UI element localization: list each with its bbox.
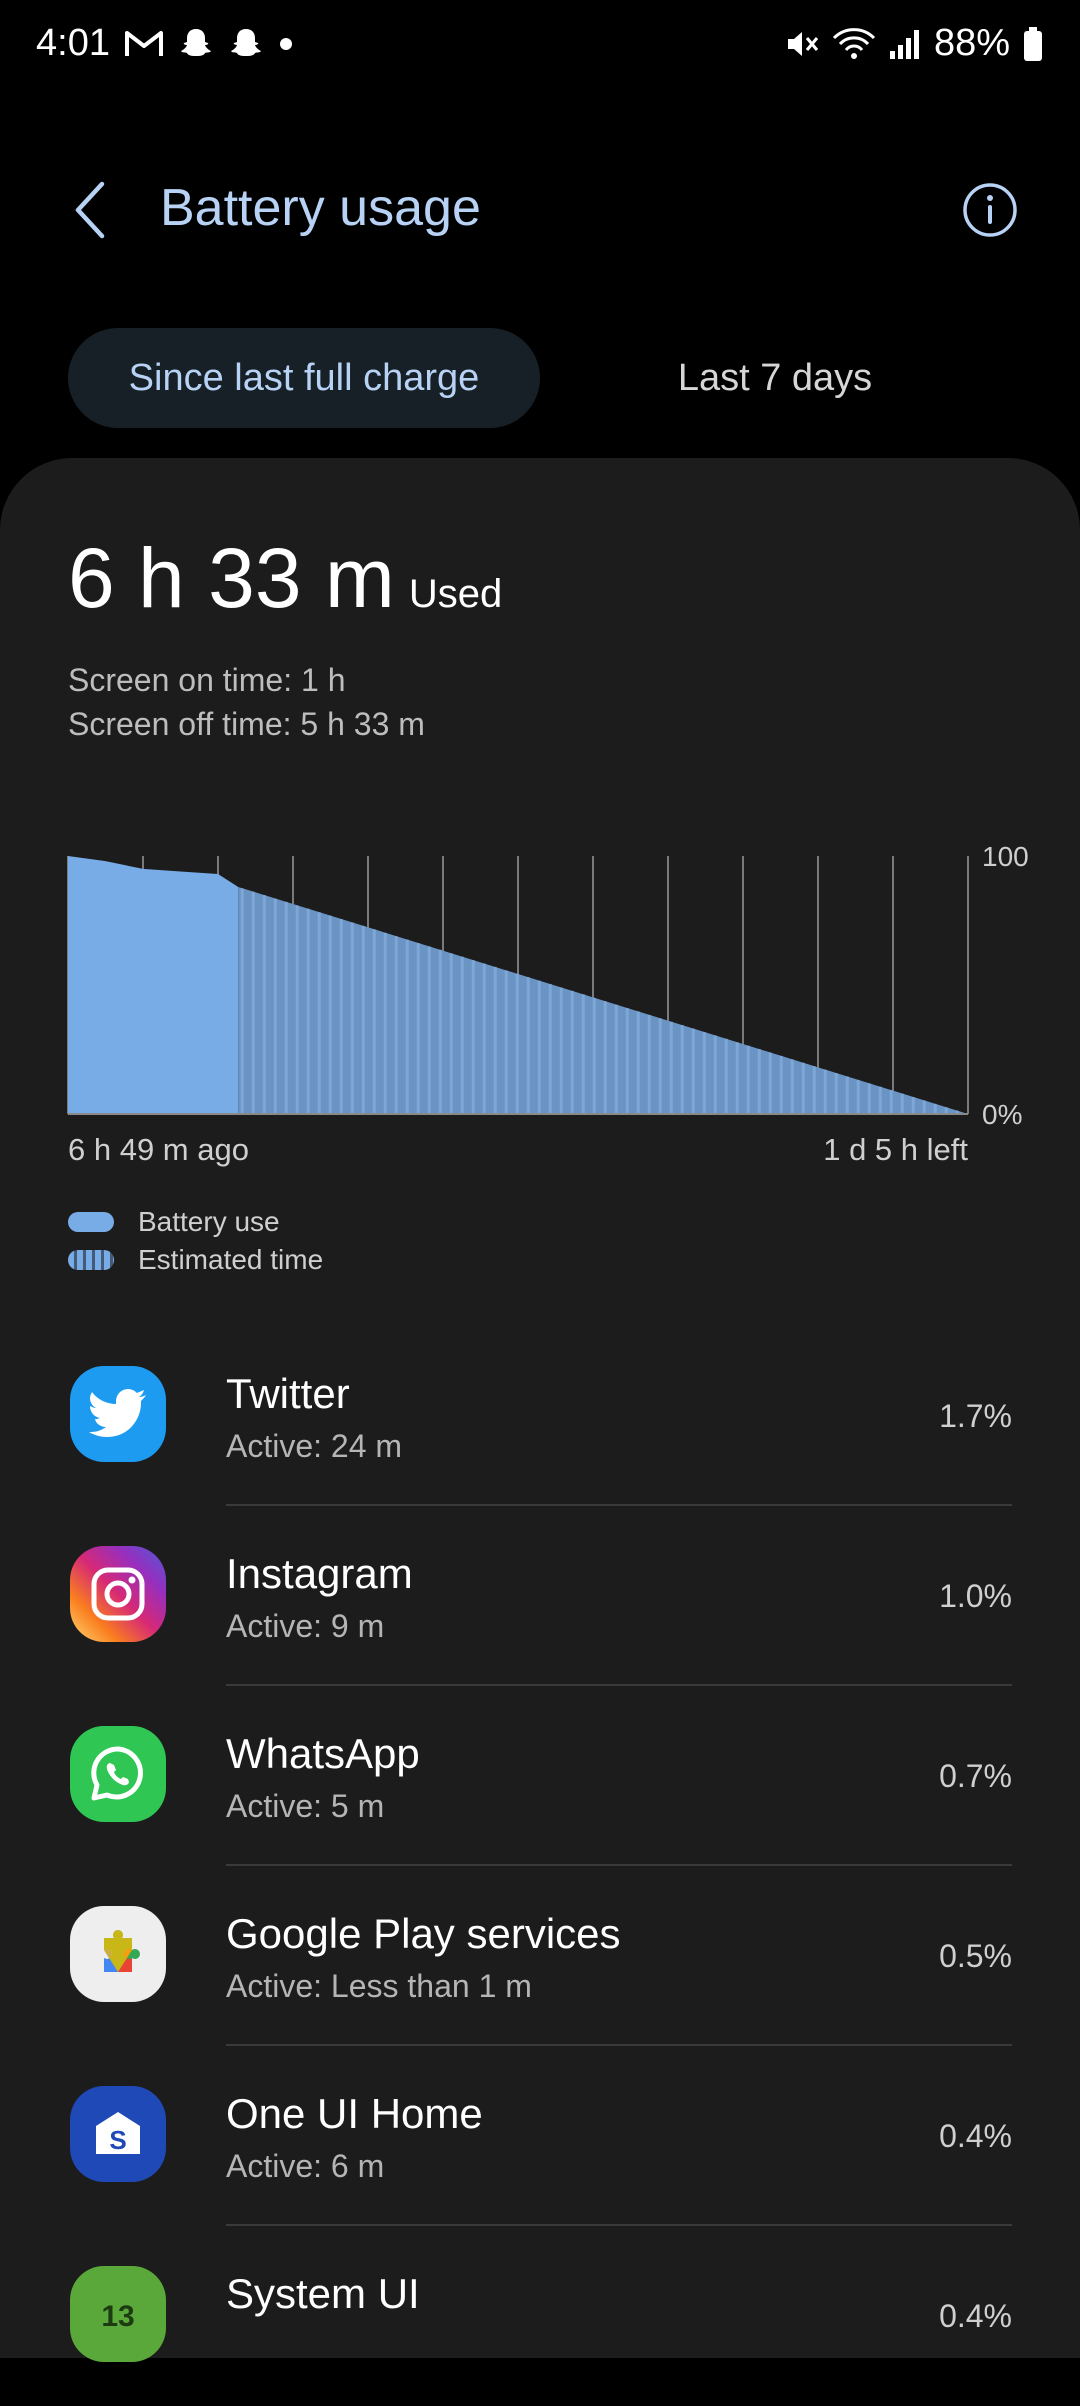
app-percent: 0.5%: [939, 1938, 1012, 1974]
tab-last-7-days[interactable]: Last 7 days: [600, 328, 950, 428]
svg-text:S: S: [109, 2125, 126, 2155]
dot-icon: [278, 36, 294, 52]
status-time: 4:01: [36, 22, 110, 64]
x-start-label: 6 h 49 m ago: [68, 1132, 249, 1167]
x-end-label: 1 d 5 h left: [823, 1132, 968, 1167]
snapchat-icon: [228, 26, 264, 62]
one-ui-home-icon: S: [70, 2086, 166, 2182]
app-name: One UI Home: [226, 2090, 483, 2137]
y-tick-100: 100: [982, 841, 1029, 872]
app-name: Google Play services: [226, 1910, 621, 1957]
usage-summary: 6 h 33 m Used: [68, 530, 502, 627]
info-button[interactable]: [962, 182, 1018, 238]
battery-icon: [1022, 26, 1044, 62]
signal-icon: [888, 27, 922, 61]
wifi-icon: [832, 26, 876, 62]
battery-use-area: [68, 856, 239, 1114]
app-row-system-ui[interactable]: 13 System UI 0.4%: [0, 2226, 1080, 2406]
legend-battery-label: Battery use: [138, 1206, 280, 1237]
legend-estimated-time: Estimated time: [68, 1244, 323, 1276]
status-left: 4:01: [36, 22, 294, 65]
app-name: Instagram: [226, 1550, 413, 1597]
status-right: 88%: [784, 22, 1044, 65]
app-row-google-play-services[interactable]: Google Play services Active: Less than 1…: [0, 1866, 1080, 2046]
mute-icon: [784, 26, 820, 62]
screen-off-time: Screen off time: 5 h 33 m: [68, 706, 425, 742]
app-row-twitter[interactable]: Twitter Active: 24 m 1.7%: [0, 1326, 1080, 1506]
app-active-time: Active: 6 m: [226, 2148, 385, 2184]
legend-battery-use: Battery use: [68, 1206, 280, 1238]
app-name: WhatsApp: [226, 1730, 420, 1777]
back-arrow-icon: [75, 181, 105, 239]
used-time: 6 h 33 m: [68, 531, 395, 625]
app-row-instagram[interactable]: Instagram Active: 9 m 1.0%: [0, 1506, 1080, 1686]
app-name: System UI: [226, 2270, 420, 2317]
legend-swatch-estimated: [68, 1250, 114, 1270]
snapchat-icon: [178, 26, 214, 62]
battery-chart: 100 0%: [67, 841, 1029, 1130]
whatsapp-icon: [70, 1726, 166, 1822]
info-icon: [963, 183, 1017, 237]
app-active-time: Active: 5 m: [226, 1788, 385, 1824]
status-bar: 4:01 88%: [0, 0, 1080, 96]
screen-on-time: Screen on time: 1 h: [68, 662, 346, 698]
app-active-time: Active: 24 m: [226, 1428, 403, 1464]
gmail-icon: [124, 29, 164, 59]
app-row-one-ui-home[interactable]: S One UI Home Active: 6 m 0.4%: [0, 2046, 1080, 2226]
tab-since-last-full-charge[interactable]: Since last full charge: [68, 328, 540, 428]
app-percent: 0.4%: [939, 2298, 1012, 2334]
legend-estimated-label: Estimated time: [138, 1244, 324, 1275]
battery-percent: 88%: [933, 22, 1010, 64]
used-label: Used: [408, 572, 503, 616]
app-percent: 0.4%: [939, 2118, 1012, 2154]
legend-swatch-battery: [68, 1212, 114, 1232]
app-active-time: Active: Less than 1 m: [226, 1968, 532, 2004]
instagram-icon: [70, 1546, 166, 1642]
system-ui-icon: 13: [70, 2266, 166, 2362]
page-title: Battery usage: [160, 179, 481, 237]
app-name: Twitter: [226, 1370, 350, 1417]
app-active-time: Active: 9 m: [226, 1608, 385, 1644]
svg-text:13: 13: [101, 2300, 134, 2333]
y-tick-0: 0%: [982, 1099, 1022, 1130]
back-button[interactable]: [62, 176, 118, 244]
app-usage-list: Twitter Active: 24 m 1.7% Instagram Acti…: [0, 1326, 1080, 2406]
app-row-whatsapp[interactable]: WhatsApp Active: 5 m 0.7%: [0, 1686, 1080, 1866]
google-play-services-icon: [70, 1906, 166, 2002]
app-percent: 1.0%: [939, 1578, 1012, 1614]
app-percent: 1.7%: [939, 1398, 1012, 1434]
app-percent: 0.7%: [939, 1758, 1012, 1794]
twitter-icon: [70, 1366, 166, 1462]
